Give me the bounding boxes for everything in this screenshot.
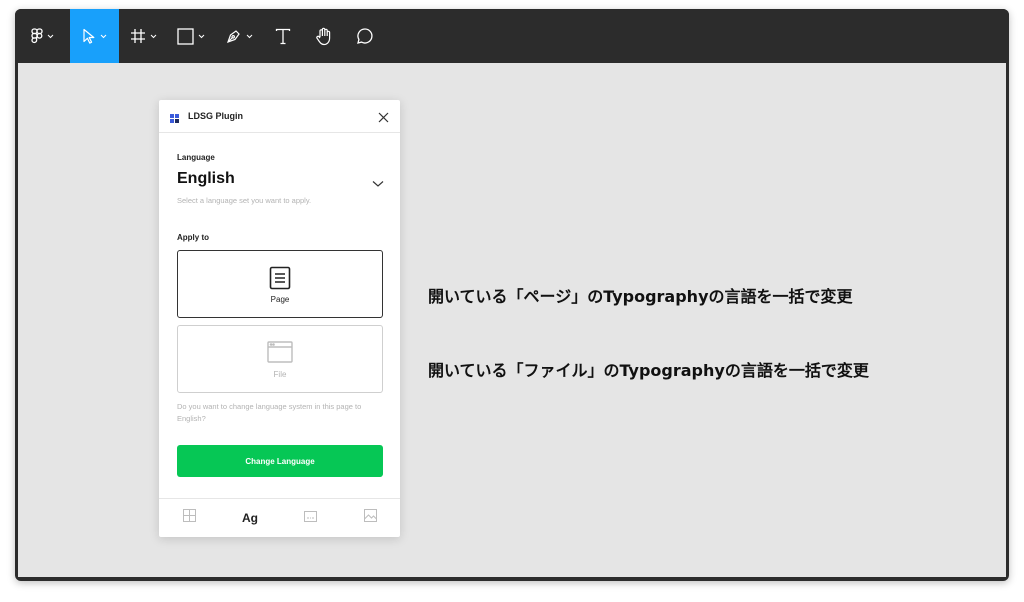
chevron-down-icon	[198, 34, 205, 39]
typography-icon: Ag	[242, 511, 258, 525]
language-label: Language	[177, 153, 215, 162]
grid-icon	[182, 509, 196, 527]
apply-page-option[interactable]: Page	[177, 250, 383, 318]
figma-menu-button[interactable]	[15, 9, 70, 63]
image-placeholder-icon	[303, 509, 317, 527]
apply-file-option[interactable]: File	[177, 325, 383, 393]
move-tool-button[interactable]	[70, 9, 119, 63]
hand-icon	[315, 27, 333, 46]
rectangle-tool-button[interactable]	[167, 9, 215, 63]
hand-tool-button[interactable]	[303, 9, 345, 63]
tab-grid[interactable]	[169, 499, 209, 537]
apply-to-label: Apply to	[177, 233, 209, 242]
language-select[interactable]: English	[177, 170, 384, 192]
close-icon[interactable]	[378, 110, 389, 128]
frame-hash-icon	[130, 28, 146, 44]
chevron-down-icon	[372, 175, 384, 193]
annotation-page: 開いている「ページ」のTypographyの言語を一括で変更	[428, 287, 853, 306]
file-window-icon	[267, 341, 293, 368]
figma-window: LDSG Plugin Language English Select a la…	[15, 9, 1009, 581]
change-language-button[interactable]: Change Language	[177, 445, 383, 477]
tab-image-placeholder[interactable]	[290, 499, 330, 537]
move-cursor-icon	[82, 28, 96, 44]
picture-icon	[363, 509, 377, 527]
chevron-down-icon	[47, 34, 54, 39]
toolbar	[15, 9, 1009, 63]
pen-icon	[226, 28, 242, 44]
file-option-label: File	[273, 370, 287, 379]
tab-typography[interactable]: Ag	[230, 499, 270, 537]
pen-tool-button[interactable]	[215, 9, 263, 63]
language-hint: Select a language set you want to apply.	[177, 196, 312, 205]
comment-icon	[356, 27, 374, 45]
page-option-label: Page	[270, 295, 290, 304]
confirm-text: Do you want to change language system in…	[177, 402, 362, 423]
canvas[interactable]: LDSG Plugin Language English Select a la…	[18, 63, 1006, 577]
annotation-file: 開いている「ファイル」のTypographyの言語を一括で変更	[428, 361, 869, 380]
comment-tool-button[interactable]	[345, 9, 385, 63]
chevron-down-icon	[100, 34, 107, 39]
text-icon	[275, 28, 291, 45]
plugin-header: LDSG Plugin	[159, 100, 400, 133]
plugin-panel: LDSG Plugin Language English Select a la…	[159, 100, 400, 537]
plugin-title: LDSG Plugin	[188, 111, 243, 121]
page-icon	[269, 266, 291, 295]
chevron-down-icon	[246, 34, 253, 39]
text-tool-button[interactable]	[263, 9, 303, 63]
chevron-down-icon	[150, 34, 157, 39]
figma-logo-icon	[31, 28, 43, 44]
language-value: English	[177, 170, 235, 187]
rectangle-icon	[177, 27, 194, 45]
plugin-tabbar: Ag	[159, 498, 400, 537]
tab-picture[interactable]	[350, 499, 390, 537]
frame-tool-button[interactable]	[119, 9, 167, 63]
plugin-logo-icon	[170, 111, 180, 129]
